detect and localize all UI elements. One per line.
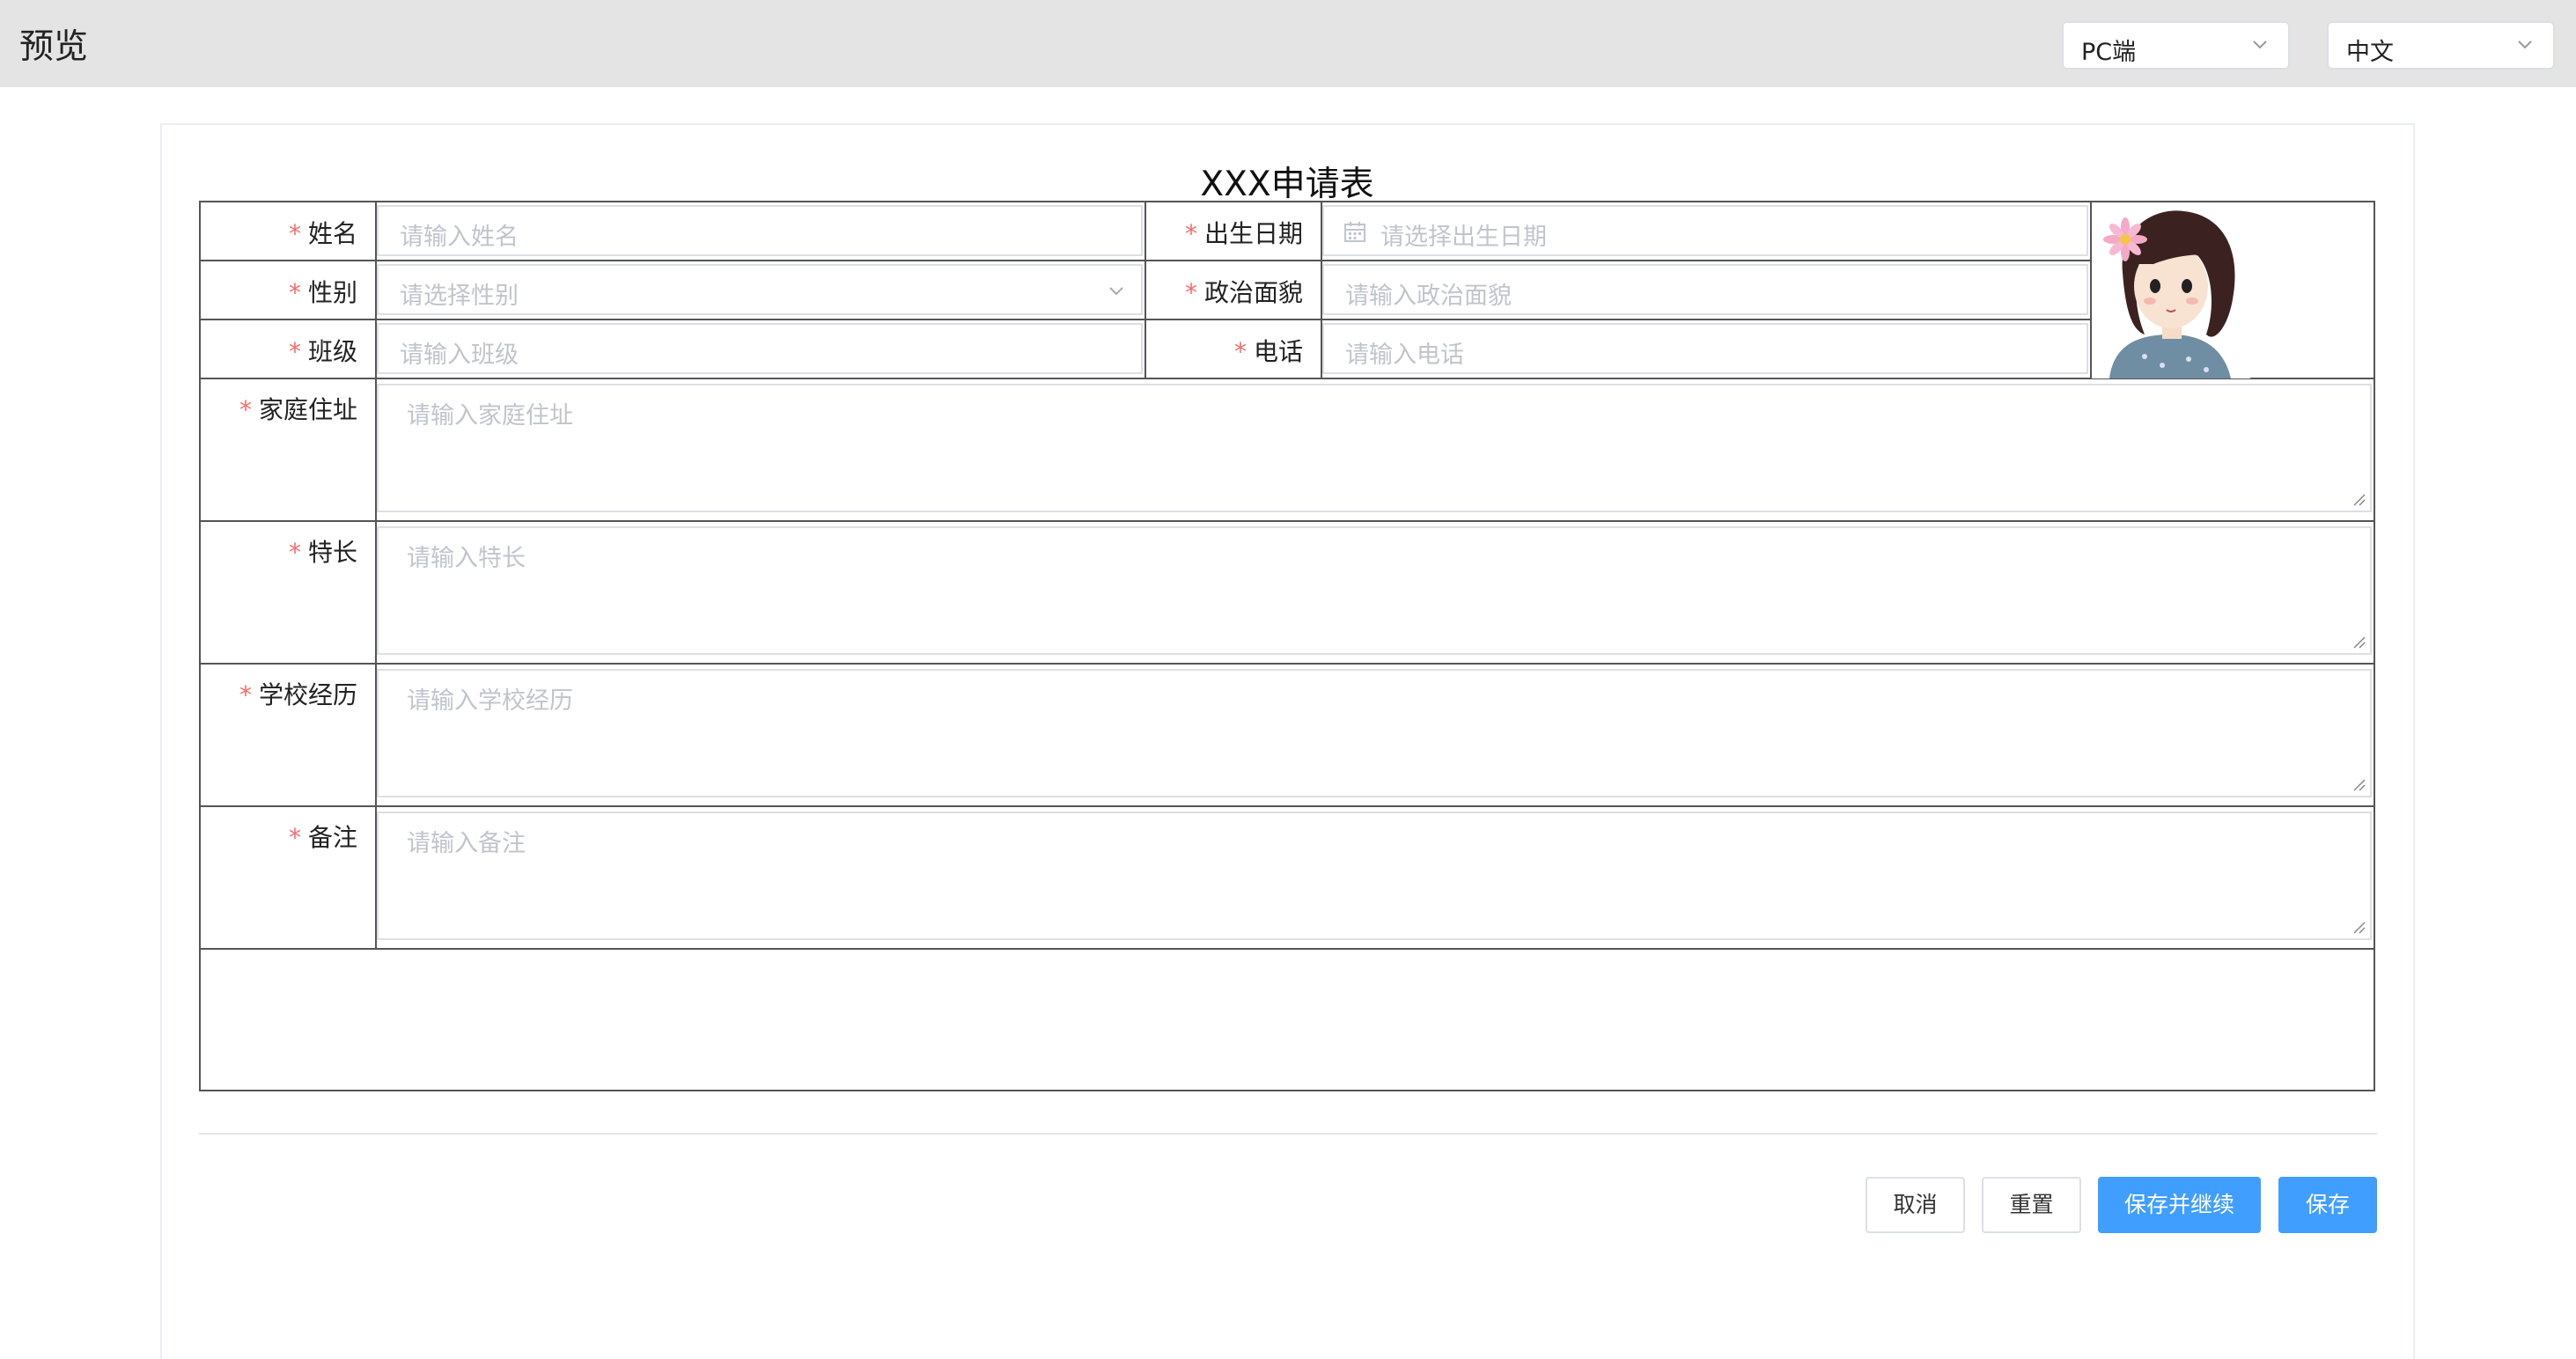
remarks-placeholder: 请输入备注 <box>407 830 526 857</box>
name-input[interactable]: 请输入姓名 <box>377 205 1143 256</box>
specialty-textarea[interactable]: 请输入特长 <box>377 526 2372 655</box>
political-input[interactable]: 请输入政治面貌 <box>1322 264 2088 315</box>
reset-button[interactable]: 重置 <box>1982 1177 2081 1233</box>
birthdate-picker[interactable]: 请选择出生日期 <box>1322 205 2088 256</box>
resize-grip-icon[interactable] <box>2351 634 2366 650</box>
address-label: * 家庭住址 <box>239 395 357 424</box>
class-placeholder: 请输入班级 <box>400 342 519 369</box>
row-divider <box>201 378 2375 379</box>
gender-placeholder: 请选择性别 <box>400 283 519 310</box>
class-input[interactable]: 请输入班级 <box>377 323 1143 374</box>
row-divider <box>201 805 2375 807</box>
col-divider <box>1144 202 1146 378</box>
phone-placeholder: 请输入电话 <box>1345 342 1464 369</box>
specialty-label: * 特长 <box>288 538 357 567</box>
name-label: * 姓名 <box>288 219 357 248</box>
political-placeholder: 请输入政治面貌 <box>1345 283 1512 310</box>
chevron-down-icon <box>1109 287 1123 296</box>
page-title: 预览 <box>19 27 89 67</box>
school-history-label: * 学校经历 <box>239 680 357 709</box>
specialty-placeholder: 请输入特长 <box>407 545 526 572</box>
avatar-photo <box>2092 202 2250 378</box>
remarks-textarea[interactable]: 请输入备注 <box>377 812 2372 940</box>
school-history-textarea[interactable]: 请输入学校经历 <box>377 669 2372 797</box>
name-placeholder: 请输入姓名 <box>400 224 519 251</box>
chevron-down-icon <box>2518 40 2532 49</box>
phone-label: * 电话 <box>1233 337 1303 366</box>
row-divider <box>201 520 2375 522</box>
gender-select[interactable]: 请选择性别 <box>377 264 1143 315</box>
remarks-label: * 备注 <box>288 823 357 852</box>
phone-input[interactable]: 请输入电话 <box>1322 323 2088 374</box>
resize-grip-icon[interactable] <box>2351 919 2366 935</box>
class-label: * 班级 <box>288 337 357 366</box>
chevron-down-icon <box>2253 40 2267 49</box>
top-bar: 预览 PC端 中文 <box>0 0 2576 87</box>
gender-label: * 性别 <box>288 278 357 307</box>
device-select[interactable]: PC端 <box>2062 21 2290 70</box>
calendar-icon <box>1344 222 1365 242</box>
actions-divider <box>199 1133 2377 1135</box>
row-divider <box>201 663 2375 665</box>
political-label: * 政治面貌 <box>1184 278 1303 307</box>
save-continue-button[interactable]: 保存并继续 <box>2098 1177 2261 1233</box>
row-divider <box>201 948 2375 950</box>
address-placeholder: 请输入家庭住址 <box>407 402 573 430</box>
language-select-value: 中文 <box>2346 39 2394 66</box>
cancel-button[interactable]: 取消 <box>1866 1177 1965 1233</box>
school-history-placeholder: 请输入学校经历 <box>407 687 573 715</box>
birthdate-placeholder: 请选择出生日期 <box>1380 224 1547 251</box>
form-title: XXX申请表 <box>1200 165 1374 204</box>
save-button[interactable]: 保存 <box>2278 1177 2377 1233</box>
language-select[interactable]: 中文 <box>2327 21 2555 70</box>
device-select-value: PC端 <box>2081 39 2137 66</box>
resize-grip-icon[interactable] <box>2351 491 2366 507</box>
resize-grip-icon[interactable] <box>2351 776 2366 792</box>
address-textarea[interactable]: 请输入家庭住址 <box>377 384 2372 512</box>
birthdate-label: * 出生日期 <box>1184 219 1303 248</box>
